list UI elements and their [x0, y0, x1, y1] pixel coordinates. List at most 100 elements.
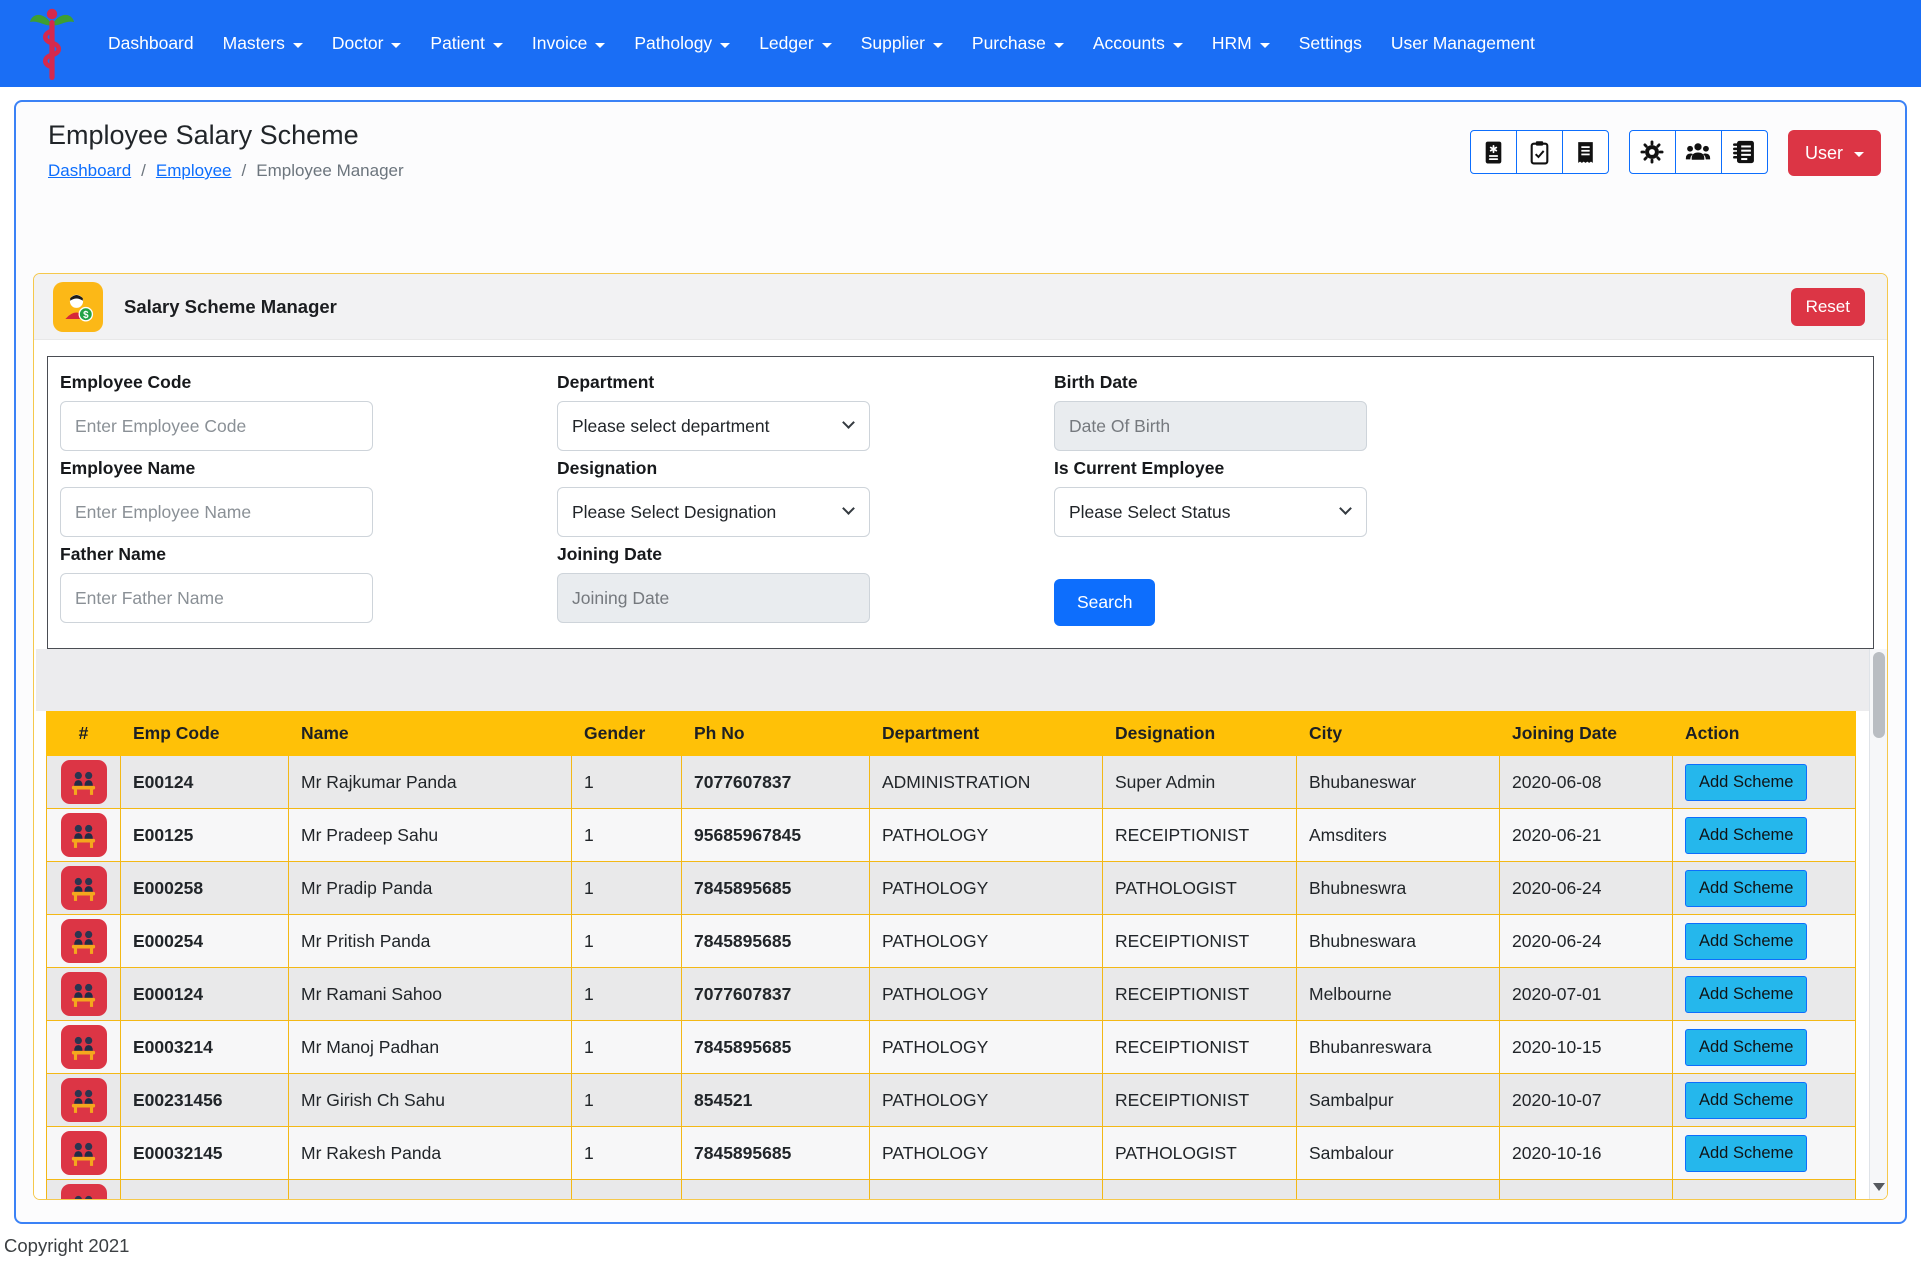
- column-header--: #: [47, 712, 121, 756]
- add-scheme-button[interactable]: Add Scheme: [1685, 923, 1807, 960]
- people-at-desk-icon: [68, 1085, 99, 1116]
- column-header-department: Department: [870, 712, 1103, 756]
- panel-header: $ Salary Scheme Manager Reset: [34, 274, 1887, 340]
- cell-city: Sambalpur: [1297, 1074, 1500, 1127]
- designation-label: Designation: [557, 458, 1054, 479]
- reset-button[interactable]: Reset: [1791, 288, 1865, 326]
- panel-title: Salary Scheme Manager: [124, 296, 337, 318]
- copyright-text: Copyright 2021: [4, 1235, 1921, 1257]
- cell-name: Mr Pritish Panda: [289, 915, 572, 968]
- birth-date-input[interactable]: [1054, 401, 1367, 451]
- nav-item-masters[interactable]: Masters: [223, 33, 303, 54]
- employee-row-icon-button[interactable]: [61, 813, 107, 857]
- add-scheme-button[interactable]: Add Scheme: [1685, 764, 1807, 801]
- cell-department: PATHOLOGY: [870, 1127, 1103, 1180]
- employee-name-input[interactable]: [60, 487, 373, 537]
- nav-item-purchase[interactable]: Purchase: [972, 33, 1064, 54]
- nav-item-hrm[interactable]: HRM: [1212, 33, 1270, 54]
- gear-icon[interactable]: [1629, 130, 1676, 174]
- table-row: E00032145Mr Rakesh Panda17845895685PATHO…: [47, 1127, 1856, 1180]
- people-at-desk-icon: [68, 767, 99, 798]
- column-header-joining-date: Joining Date: [1500, 712, 1673, 756]
- add-scheme-button[interactable]: Add Scheme: [1685, 1029, 1807, 1066]
- nav-item-pathology[interactable]: Pathology: [634, 33, 730, 54]
- employee-row-icon-button[interactable]: [61, 1184, 107, 1199]
- ledger-book-icon[interactable]: [1721, 130, 1768, 174]
- table-row: E00231456Mr Girish Ch Sahu1854521PATHOLO…: [47, 1074, 1856, 1127]
- is-current-employee-select[interactable]: Please Select Status: [1054, 487, 1367, 537]
- passport-icon[interactable]: [1470, 130, 1517, 174]
- nav-item-label: Settings: [1299, 33, 1362, 54]
- nav-item-dashboard[interactable]: Dashboard: [108, 33, 194, 54]
- breadcrumb-item-employee[interactable]: Employee: [156, 161, 232, 181]
- employee-row-icon-button[interactable]: [61, 866, 107, 910]
- nav-item-settings[interactable]: Settings: [1299, 33, 1362, 54]
- department-select[interactable]: Please select department: [557, 401, 870, 451]
- designation-select[interactable]: Please Select Designation: [557, 487, 870, 537]
- nav-item-patient[interactable]: Patient: [430, 33, 502, 54]
- cell-name: Mr Rajkumar Panda: [289, 756, 572, 809]
- add-scheme-button[interactable]: Add Scheme: [1685, 817, 1807, 854]
- search-button[interactable]: Search: [1054, 579, 1155, 626]
- nav-item-label: HRM: [1212, 33, 1252, 54]
- cell-empty: [1500, 1180, 1673, 1200]
- breadcrumb-item-dashboard[interactable]: Dashboard: [48, 161, 131, 181]
- cell-ph-no: 95685967845: [682, 809, 870, 862]
- cell-empty: [121, 1180, 289, 1200]
- chevron-down-icon: [933, 43, 943, 48]
- filter-column-1: Employee Code Employee Name Father Name: [60, 365, 557, 626]
- people-group-icon[interactable]: [1675, 130, 1722, 174]
- employee-row-icon-button[interactable]: [61, 1078, 107, 1122]
- nav-item-supplier[interactable]: Supplier: [861, 33, 943, 54]
- user-menu-button[interactable]: User: [1788, 130, 1881, 176]
- cell-gender: 1: [572, 809, 682, 862]
- add-scheme-button[interactable]: Add Scheme: [1685, 976, 1807, 1013]
- nav-item-accounts[interactable]: Accounts: [1093, 33, 1183, 54]
- joining-date-input[interactable]: [557, 573, 870, 623]
- chevron-down-icon: [293, 43, 303, 48]
- add-scheme-button[interactable]: Add Scheme: [1685, 870, 1807, 907]
- employee-name-label: Employee Name: [60, 458, 557, 479]
- joining-date-label: Joining Date: [557, 544, 1054, 565]
- people-at-desk-icon: [68, 1032, 99, 1063]
- employee-row-icon-button[interactable]: [61, 919, 107, 963]
- employee-row-icon-button[interactable]: [61, 1025, 107, 1069]
- employee-row-icon-button[interactable]: [61, 1131, 107, 1175]
- people-at-desk-icon: [68, 1138, 99, 1169]
- cell-name: Mr Pradeep Sahu: [289, 809, 572, 862]
- cell-city: Bhubanreswara: [1297, 1021, 1500, 1074]
- user-menu-label: User: [1805, 143, 1843, 164]
- father-name-input[interactable]: [60, 573, 373, 623]
- nav-item-invoice[interactable]: Invoice: [532, 33, 605, 54]
- cell-empty: [1673, 1180, 1856, 1200]
- caduceus-logo-icon[interactable]: [26, 5, 78, 83]
- vertical-scrollbar[interactable]: [1869, 649, 1887, 1199]
- salary-person-icon: $: [53, 282, 103, 332]
- scrollbar-down-arrow-icon[interactable]: [1873, 1183, 1885, 1191]
- page-header: Employee Salary Scheme Dashboard/Employe…: [16, 102, 1905, 181]
- column-header-ph-no: Ph No: [682, 712, 870, 756]
- cell-city: Bhubaneswar: [1297, 756, 1500, 809]
- nav-item-user-management[interactable]: User Management: [1391, 33, 1535, 54]
- cell-name: Mr Rakesh Panda: [289, 1127, 572, 1180]
- employee-row-icon-button[interactable]: [61, 972, 107, 1016]
- cell-empty: [870, 1180, 1103, 1200]
- birth-date-label: Birth Date: [1054, 372, 1861, 393]
- cell-department: PATHOLOGY: [870, 1021, 1103, 1074]
- cell-ph-no: 7845895685: [682, 1021, 870, 1074]
- add-scheme-button[interactable]: Add Scheme: [1685, 1082, 1807, 1119]
- add-scheme-button[interactable]: Add Scheme: [1685, 1135, 1807, 1172]
- employee-code-input[interactable]: [60, 401, 373, 451]
- nav-item-ledger[interactable]: Ledger: [759, 33, 832, 54]
- cell-empty: [289, 1180, 572, 1200]
- scrollbar-thumb[interactable]: [1873, 652, 1885, 738]
- receipt-icon[interactable]: [1562, 130, 1609, 174]
- clipboard-check-icon[interactable]: [1516, 130, 1563, 174]
- table-row: E000254Mr Pritish Panda17845895685PATHOL…: [47, 915, 1856, 968]
- cell-emp-code: E00125: [121, 809, 289, 862]
- cell-joining-date: 2020-06-24: [1500, 915, 1673, 968]
- cell-empty: [1297, 1180, 1500, 1200]
- cell-designation: RECEIPTIONIST: [1103, 809, 1297, 862]
- nav-item-doctor[interactable]: Doctor: [332, 33, 402, 54]
- employee-row-icon-button[interactable]: [61, 760, 107, 804]
